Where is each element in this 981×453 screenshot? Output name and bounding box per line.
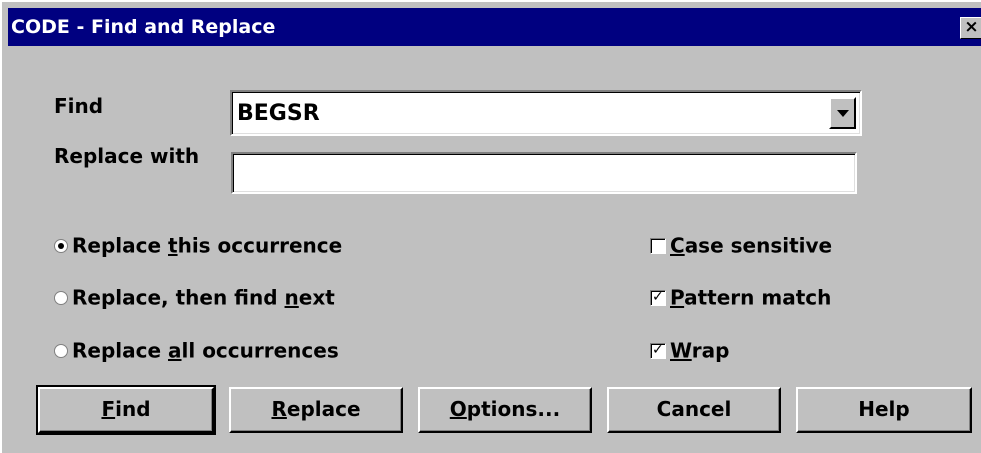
- checkbox-indicator-wrap[interactable]: [650, 341, 666, 359]
- checkbox-wrap[interactable]: Wrap: [650, 337, 729, 363]
- replace-with-input[interactable]: [231, 152, 857, 194]
- options-button[interactable]: Options...: [418, 387, 592, 433]
- close-button[interactable]: ×: [960, 17, 981, 39]
- cancel-button[interactable]: Cancel: [607, 387, 781, 433]
- title-bar[interactable]: CODE - Find and Replace ×: [8, 8, 981, 46]
- radio-replace-this[interactable]: Replace this occurrence: [54, 232, 342, 258]
- replace-with-label: Replace with: [54, 144, 200, 168]
- checkbox-indicator-case-sensitive[interactable]: [650, 237, 666, 254]
- checkbox-label-wrap: Wrap: [670, 338, 730, 363]
- radio-replace-all[interactable]: Replace all occurrences: [54, 337, 339, 363]
- close-icon: ×: [964, 17, 979, 37]
- radio-indicator-replace-find-next[interactable]: [54, 290, 68, 305]
- radio-label-replace-all: Replace all occurrences: [72, 338, 339, 363]
- checkbox-pattern-match[interactable]: Pattern match: [650, 284, 831, 310]
- chevron-down-icon: [837, 110, 849, 117]
- help-button[interactable]: Help: [796, 387, 972, 433]
- find-button-label: Find: [101, 397, 151, 421]
- replace-button-label: Replace: [271, 397, 361, 421]
- radio-indicator-replace-this[interactable]: [54, 238, 68, 253]
- radio-label-replace-find-next: Replace, then find next: [72, 285, 335, 310]
- find-input-value: BEGSR: [237, 101, 320, 126]
- checkbox-case-sensitive[interactable]: Case sensitive: [650, 232, 832, 258]
- options-button-label: Options...: [449, 397, 561, 421]
- checkbox-label-pattern-match: Pattern match: [670, 285, 832, 310]
- radio-replace-find-next[interactable]: Replace, then find next: [54, 284, 335, 310]
- find-button[interactable]: Find: [36, 385, 216, 435]
- find-replace-dialog: CODE - Find and Replace × Find BEGSR Rep…: [0, 0, 981, 453]
- help-button-label: Help: [858, 397, 910, 421]
- checkbox-label-case-sensitive: Case sensitive: [670, 233, 833, 258]
- radio-label-replace-this: Replace this occurrence: [72, 233, 343, 258]
- radio-indicator-replace-all[interactable]: [54, 343, 68, 358]
- find-dropdown-button[interactable]: [829, 97, 856, 129]
- window-title: CODE - Find and Replace: [11, 16, 276, 38]
- replace-button[interactable]: Replace: [229, 387, 403, 433]
- checkbox-indicator-pattern-match[interactable]: [650, 288, 666, 306]
- cancel-button-label: Cancel: [656, 397, 732, 421]
- find-combobox[interactable]: BEGSR: [230, 90, 862, 136]
- find-label: Find: [54, 94, 104, 118]
